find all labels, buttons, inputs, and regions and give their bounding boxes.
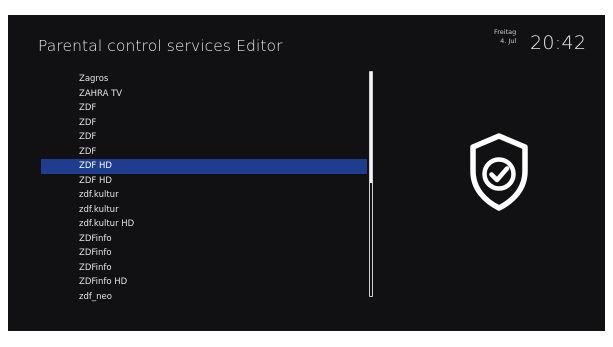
clock-date: Freitag 4. Jul bbox=[494, 28, 516, 46]
channel-item[interactable]: ZDFinfo HD bbox=[41, 275, 367, 290]
channel-item[interactable]: zdf.kultur bbox=[41, 203, 367, 218]
clock-day: Freitag bbox=[494, 28, 517, 36]
channel-list[interactable]: Zagros ZAHRA TV ZDF ZDF ZDF ZDF ZDF HD ZDF HD zd… bbox=[41, 72, 367, 304]
channel-item[interactable]: ZDF HD bbox=[41, 174, 367, 189]
channel-item[interactable]: zdf.kultur bbox=[41, 188, 367, 203]
channel-item-selected[interactable]: ZDF HD bbox=[41, 159, 367, 174]
channel-item[interactable]: Zagros bbox=[41, 72, 367, 87]
channel-item[interactable]: zdf.kultur HD bbox=[41, 217, 367, 232]
tv-screen: Parental control services Editor Freitag… bbox=[8, 15, 605, 331]
channel-item[interactable]: ZDFinfo bbox=[41, 246, 367, 261]
channel-item[interactable]: ZDF bbox=[41, 145, 367, 160]
channel-item[interactable]: ZDF bbox=[41, 116, 367, 131]
channel-item[interactable]: ZDF bbox=[41, 101, 367, 116]
clock-date-value: 4. Jul bbox=[500, 37, 517, 45]
channel-item[interactable]: ZAHRA TV bbox=[41, 87, 367, 102]
channel-item[interactable]: ZDFinfo bbox=[41, 232, 367, 247]
page-title: Parental control services Editor bbox=[38, 37, 283, 55]
scrollbar[interactable] bbox=[369, 71, 373, 297]
channel-item[interactable]: ZDFinfo bbox=[41, 261, 367, 276]
clock-time: 20:42 bbox=[530, 32, 587, 54]
channel-item[interactable]: zdf_neo bbox=[41, 290, 367, 305]
scrollbar-thumb[interactable] bbox=[370, 72, 372, 183]
shield-check-icon bbox=[470, 133, 528, 211]
channel-item[interactable]: ZDF bbox=[41, 130, 367, 145]
